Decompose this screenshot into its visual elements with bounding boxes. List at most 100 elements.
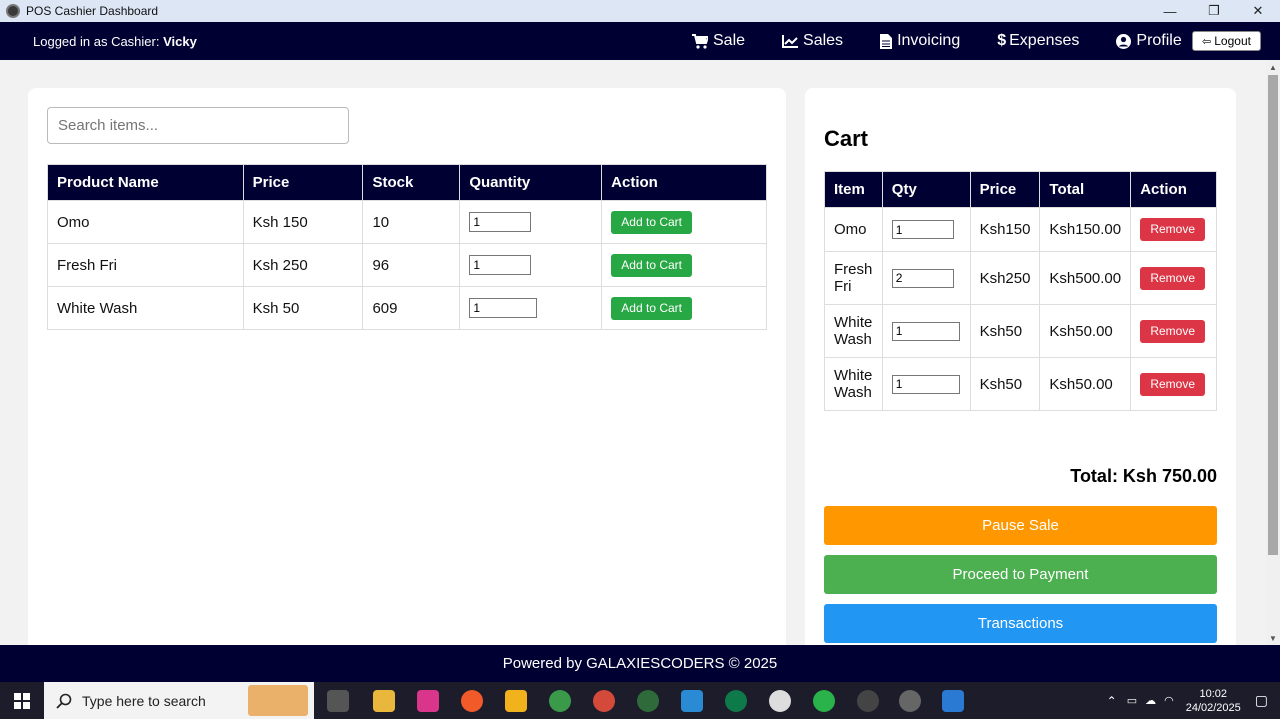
quantity-input[interactable] <box>469 255 532 275</box>
system-tray: ⌃ ▭ ☁ ◠ 10:02 24/02/2025 ▢ <box>1107 682 1280 719</box>
nav-sales[interactable]: Sales <box>782 32 843 50</box>
product-quantity-cell <box>459 286 603 330</box>
start-button[interactable] <box>0 682 44 719</box>
product-row: White Wash Ksh 50 609 Add to Cart <box>47 286 767 330</box>
notification-icon[interactable]: ▢ <box>1255 692 1268 709</box>
col-price: Price <box>969 171 1041 208</box>
cart-panel: Cart Item Qty Price Total Action Omo Ksh… <box>805 88 1236 645</box>
product-row: Omo Ksh 150 10 Add to Cart <box>47 200 767 244</box>
product-name: Fresh Fri <box>47 243 244 287</box>
taskbar-search[interactable]: Type here to search <box>44 682 314 719</box>
add-to-cart-button[interactable]: Add to Cart <box>611 253 693 277</box>
cart-qty-cell <box>881 357 971 411</box>
nav-sale[interactable]: Sale <box>692 32 745 50</box>
taskbar-clock[interactable]: 10:02 24/02/2025 <box>1186 687 1241 715</box>
transactions-button[interactable]: Transactions <box>824 604 1217 643</box>
quantity-input[interactable] <box>469 212 532 232</box>
cart-total-amount: Total: Ksh 750.00 <box>1070 466 1217 486</box>
product-row: Fresh Fri Ksh 250 96 Add to Cart <box>47 243 767 287</box>
col-total: Total <box>1039 171 1132 208</box>
pos-app-taskbar-icon[interactable] <box>899 690 921 712</box>
dollar-icon: $ <box>997 32 1007 49</box>
cart-action-cell: Remove <box>1130 207 1217 252</box>
settings-gear-icon[interactable] <box>769 690 791 712</box>
search-icon <box>56 693 72 709</box>
col-quantity: Quantity <box>459 164 603 201</box>
pause-sale-button[interactable]: Pause Sale <box>824 506 1217 545</box>
cart-total: Ksh50.00 <box>1039 304 1132 358</box>
cart-qty-cell <box>881 207 971 252</box>
document-icon <box>880 33 893 49</box>
battery-icon[interactable]: ▭ <box>1127 694 1137 707</box>
products-panel: Product Name Price Stock Quantity Action… <box>28 88 786 645</box>
main-content: Product Name Price Stock Quantity Action… <box>0 60 1266 645</box>
cart-qty-input[interactable] <box>891 321 960 341</box>
nav-invoicing[interactable]: Invoicing <box>880 32 960 50</box>
windows-logo-icon <box>14 692 30 709</box>
sign-out-icon: ⇦ <box>1202 35 1212 48</box>
col-item: Item <box>824 171 883 208</box>
product-stock: 96 <box>362 243 461 287</box>
cashier-name: Vicky <box>163 33 197 49</box>
window-titlebar: POS Cashier Dashboard — ❐ ✕ <box>0 0 1280 22</box>
cart-action-cell: Remove <box>1130 357 1217 411</box>
cart-qty-input[interactable] <box>891 220 954 239</box>
logged-in-prefix: Logged in as Cashier: <box>33 33 164 49</box>
wifi-icon[interactable]: ◠ <box>1164 694 1174 707</box>
remove-button[interactable]: Remove <box>1140 266 1206 290</box>
minimize-button[interactable]: — <box>1148 0 1192 22</box>
cart-item: White Wash <box>824 357 883 411</box>
add-to-cart-button[interactable]: Add to Cart <box>611 296 693 320</box>
vertical-scrollbar[interactable]: ▲ ▼ <box>1266 60 1280 645</box>
chrome-icon[interactable] <box>549 690 571 712</box>
nav-expenses[interactable]: $ Expenses <box>997 32 1079 50</box>
close-button[interactable]: ✕ <box>1236 0 1280 22</box>
intellij-icon[interactable] <box>505 690 527 712</box>
product-price: Ksh 50 <box>242 286 364 330</box>
scroll-down-arrow-icon[interactable]: ▼ <box>1266 631 1280 645</box>
product-action-cell: Add to Cart <box>601 286 767 330</box>
file-explorer-icon[interactable] <box>373 690 395 712</box>
nav-profile-label: Profile <box>1136 32 1182 49</box>
whatsapp-icon[interactable] <box>813 690 835 712</box>
add-to-cart-button[interactable]: Add to Cart <box>611 210 693 234</box>
cart-action-cell: Remove <box>1130 251 1217 305</box>
remove-button[interactable]: Remove <box>1140 319 1206 343</box>
product-name: Omo <box>47 200 244 244</box>
product-action-cell: Add to Cart <box>601 200 767 244</box>
cloud-icon[interactable]: ☁ <box>1145 694 1156 707</box>
col-price: Price <box>242 164 364 201</box>
nav-expenses-label: Expenses <box>1009 32 1080 49</box>
tray-chevron-icon[interactable]: ⌃ <box>1107 694 1117 708</box>
search-input[interactable] <box>47 107 349 144</box>
media-player-icon[interactable] <box>857 690 879 712</box>
window-title: POS Cashier Dashboard <box>26 4 159 18</box>
quantity-input[interactable] <box>469 298 538 318</box>
app-cube-icon[interactable] <box>417 690 439 712</box>
cart-qty-input[interactable] <box>891 374 960 394</box>
cart-header-row: Item Qty Price Total Action <box>824 171 1217 208</box>
scrollbar-thumb[interactable] <box>1268 75 1278 555</box>
col-stock: Stock <box>362 164 461 201</box>
chrome-profile-icon[interactable] <box>593 690 615 712</box>
hs-app-icon[interactable] <box>637 690 659 712</box>
remove-button[interactable]: Remove <box>1140 218 1206 241</box>
postman-icon[interactable] <box>461 690 483 712</box>
vscode-icon[interactable] <box>681 690 703 712</box>
proceed-to-payment-button[interactable]: Proceed to Payment <box>824 555 1217 594</box>
remove-button[interactable]: Remove <box>1140 372 1206 396</box>
app-icon <box>6 4 20 18</box>
cart-row: White Wash Ksh50 Ksh50.00 Remove <box>824 357 1217 411</box>
logout-button[interactable]: ⇦ Logout <box>1192 31 1261 51</box>
scroll-up-arrow-icon[interactable]: ▲ <box>1266 60 1280 74</box>
cart-total: Ksh500.00 <box>1039 251 1132 305</box>
nav-invoicing-label: Invoicing <box>897 32 961 49</box>
cart-qty-input[interactable] <box>891 268 954 288</box>
product-price: Ksh 250 <box>242 243 364 287</box>
maximize-button[interactable]: ❐ <box>1192 0 1236 22</box>
nav-profile[interactable]: Profile <box>1116 32 1182 50</box>
photos-icon[interactable] <box>942 690 964 712</box>
mongodb-icon[interactable] <box>725 690 747 712</box>
col-qty: Qty <box>881 171 971 208</box>
task-view-icon[interactable] <box>327 690 349 712</box>
